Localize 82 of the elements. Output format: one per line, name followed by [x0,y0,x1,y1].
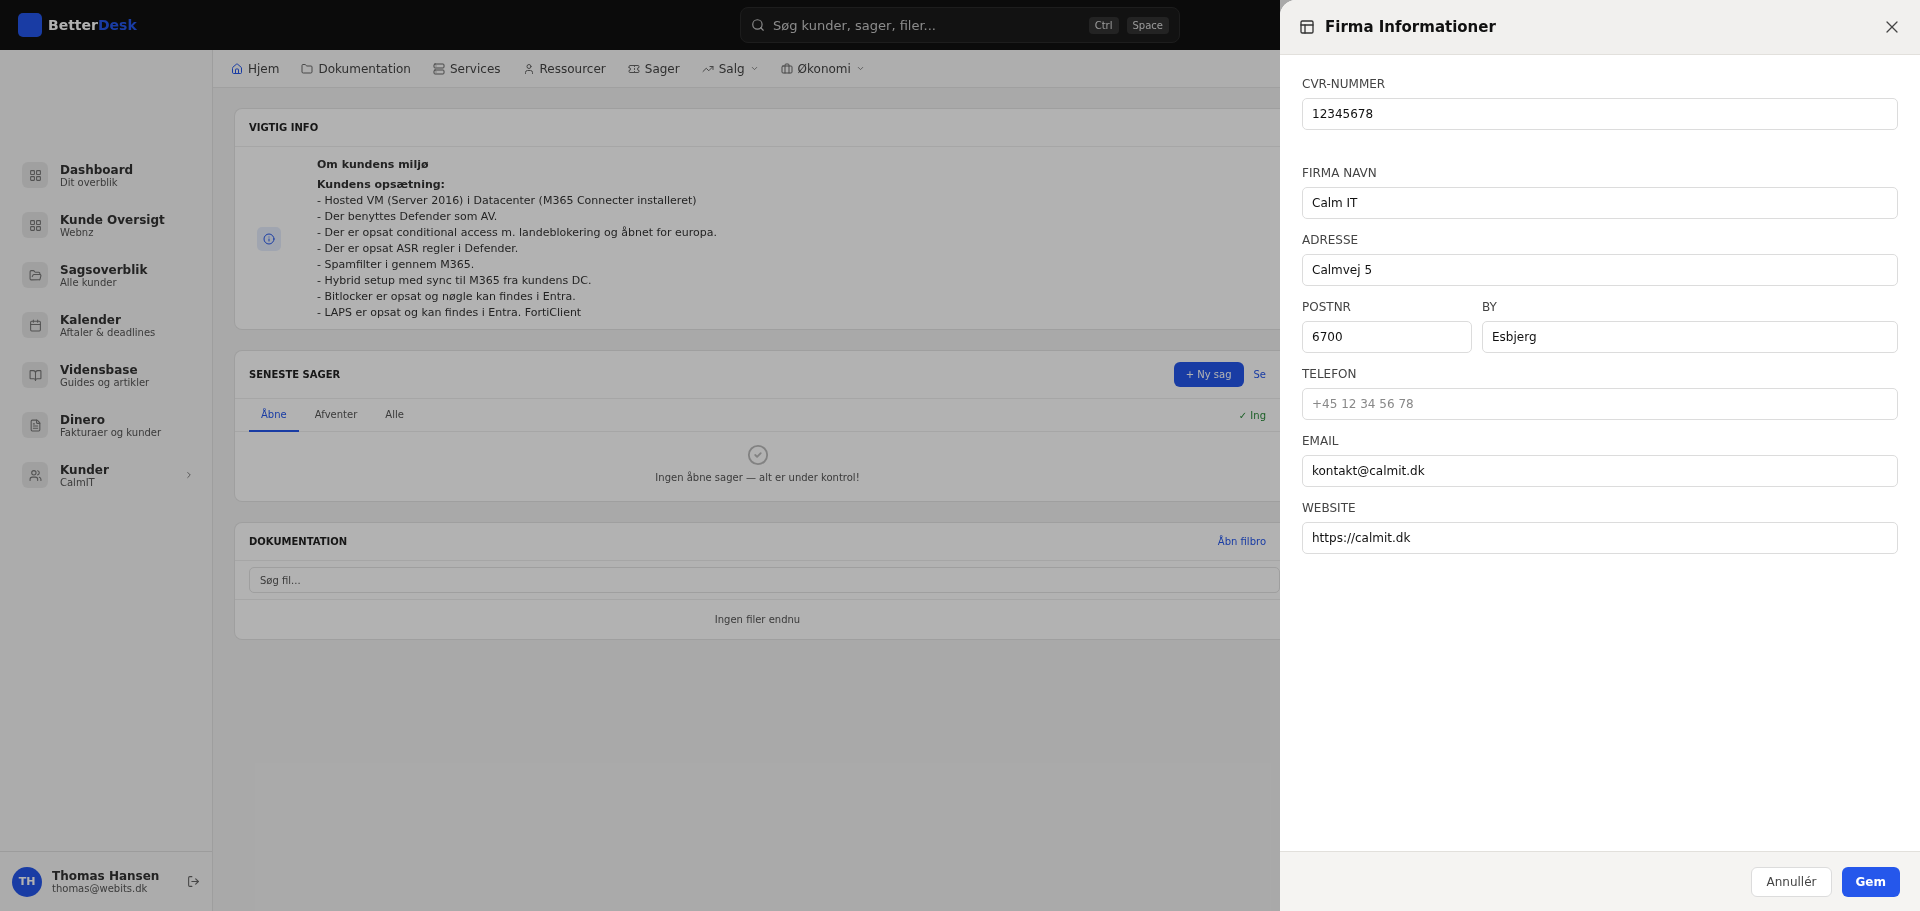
user-name: Thomas Hansen [52,869,161,883]
info-line: - Der benyttes Defender som AV. [317,209,499,225]
layout-icon [1299,19,1315,35]
info-line: - LAPS er opsat og kan findes i Entra. FortiClient [317,305,583,321]
info-line: - Hybrid setup med sync til M365 fra kundens DC. [317,273,593,289]
nav-icon [432,62,445,75]
logo-text: BetterDesk [48,17,137,33]
field-label: POSTNR [1302,300,1352,314]
sidebar-item[interactable]: Sagsoverblik Alle kunder [0,250,212,300]
sidebar-item[interactable]: Kunde Oversigt Webnz [0,200,212,250]
search-icon [751,18,765,32]
file-search-field[interactable]: Søg fil... [249,567,1280,593]
nav-icon [522,62,535,75]
field-label: TELEFON [1302,367,1358,381]
field-label: CVR-NUMMER [1302,77,1387,91]
drawer-title: Firma Informationer [1325,18,1497,36]
case-tab[interactable]: Alle [373,398,416,432]
user-email: thomas@webits.dk [52,883,149,894]
sidebar-item[interactable]: Kunder CalmIT [0,450,212,500]
nav-tab[interactable]: Økonomi [780,61,865,76]
info-line: - Der er opsat ASR regler i Defender. [317,241,520,257]
logo-icon [18,13,42,37]
field-label: ADRESSE [1302,233,1360,247]
info-line: - Hosted VM (Server 2016) i Datacenter (M365 Connecter installeret) [317,193,698,209]
status-text: ✓ Ing [1238,409,1266,421]
field-label: WEBSITE [1302,501,1357,515]
text-field[interactable]: 6700 [1302,321,1472,353]
sidebar-item-icon [22,312,48,338]
nav-icon [301,62,314,75]
sidebar-item-icon [22,262,48,288]
sidebar-item-icon [22,162,48,188]
card-title: DOKUMENTATION [249,536,349,547]
info-line: - Spamfilter i gennem M365. [317,257,476,273]
search-field[interactable]: Søg kunder, sager, filer... Ctrl Space [740,7,1180,43]
field-label: FIRMA NAVN [1302,166,1378,180]
sidebar-item-icon [22,412,48,438]
text-field[interactable]: Esbjerg [1482,321,1898,353]
text-field[interactable]: kontakt@calmit.dk [1302,455,1898,487]
nav-icon [627,62,640,75]
text-field[interactable]: https://calmit.dk [1302,522,1898,554]
nav-tab[interactable]: Services [432,61,501,76]
sidebar-item-icon [22,212,48,238]
nav-tab[interactable]: Salg [701,61,759,76]
info-icon [257,227,281,251]
save-button[interactable]: Gem [1841,866,1900,897]
info-line: Kundens opsætning: [317,177,446,193]
nav-tab[interactable]: Dokumentation [301,61,411,76]
sidebar-item[interactable]: Kalender Aftaler & deadlines [0,300,212,350]
text-field[interactable]: Calmvej 5 [1302,254,1898,286]
card-title: SENESTE SAGER [249,369,342,380]
empty-message: Ingen åbne sager — alt er under kontrol! [655,472,860,483]
new-case-button[interactable]: + Ny sag [1173,362,1244,387]
sidebar-item[interactable]: Vidensbase Guides og artikler [0,350,212,400]
text-field[interactable]: 12345678 [1302,98,1898,130]
logout-icon[interactable] [187,875,200,888]
nav-tab[interactable]: Sager [627,61,680,76]
card-title: VIGTIG INFO [249,122,320,133]
case-tab[interactable]: Afventer [302,398,370,432]
sidebar-item-icon [22,462,48,488]
nav-icon [780,62,793,75]
field-label: BY [1482,300,1498,314]
cancel-button[interactable]: Annullér [1751,866,1832,897]
sidebar-item[interactable]: Dashboard Dit overblik [0,150,212,200]
field-label: EMAIL [1302,434,1340,448]
nav-tab[interactable]: Hjem [231,61,280,76]
info-line: - Der er opsat conditional access m. landeblokering og åbnet for europa. [317,225,718,241]
user-avatar: TH [12,866,42,897]
sidebar-item-icon [22,362,48,388]
key-hint: Ctrl [1088,16,1119,34]
empty-message: Ingen filer endnu [714,614,801,625]
info-line: - Bitlocker er opsat og nøgle kan findes i Entra. [317,289,577,305]
check-icon [746,444,769,466]
sidebar-item[interactable]: Dinero Fakturaer og kunder [0,400,212,450]
key-hint: Space [1126,16,1169,34]
file-browser-link[interactable]: Åbn filbro [1217,536,1266,547]
text-field[interactable]: +45 12 34 56 78 [1302,388,1898,420]
nav-icon [231,62,243,75]
see-all-link[interactable]: Se [1253,369,1266,380]
case-tab[interactable]: Åbne [249,398,299,432]
nav-tab[interactable]: Ressourcer [522,61,606,76]
info-heading: Om kundens miljø [317,157,430,173]
text-field[interactable]: Calm IT [1302,187,1898,219]
